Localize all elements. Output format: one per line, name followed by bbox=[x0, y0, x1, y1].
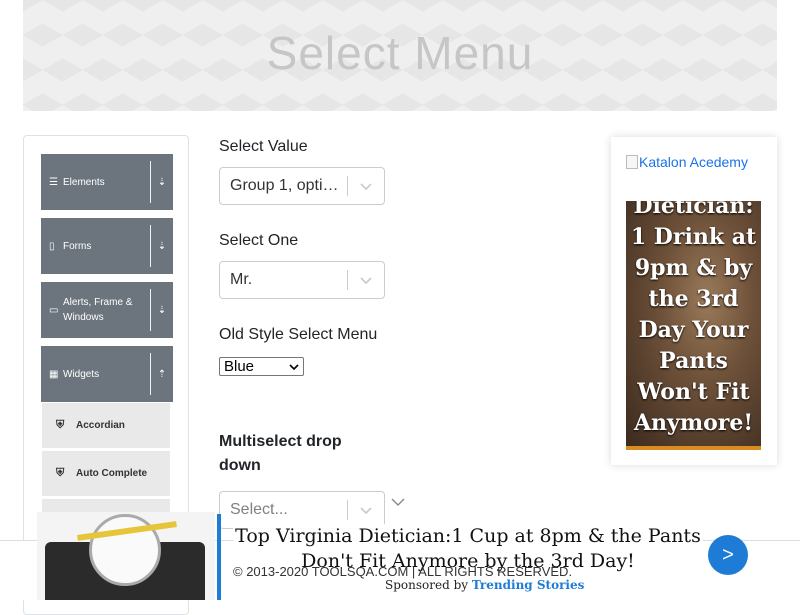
select-one-label: Select One bbox=[219, 232, 299, 249]
sidebar-group-widgets[interactable]: ▦ Widgets ⇡ bbox=[41, 346, 173, 402]
ad-accent-bar bbox=[217, 514, 221, 600]
window-icon: ▭ bbox=[49, 304, 59, 316]
sidebar-item-auto-complete[interactable]: ⛨ Auto Complete bbox=[42, 451, 170, 497]
list-icon: ☰ bbox=[49, 176, 58, 188]
ad-sponsor: Sponsored by Trending Stories bbox=[385, 578, 584, 592]
divider bbox=[150, 161, 151, 203]
chevron-down-icon bbox=[289, 363, 299, 370]
side-advertisement: Katalon Acedemy Dietician: 1 Drink at 9p… bbox=[611, 137, 777, 465]
ad-sponsor-brand[interactable]: Trending Stories bbox=[472, 578, 584, 592]
select-value-current: Group 1, option 1 bbox=[230, 177, 347, 194]
select-value-dropdown[interactable]: Group 1, option 1 bbox=[219, 167, 385, 205]
old-style-select-value: Blue bbox=[224, 358, 255, 375]
shield-icon: ⛨ bbox=[56, 467, 65, 479]
broken-image-icon bbox=[626, 155, 638, 169]
bottom-advertisement[interactable]: Top Virginia Dietician:1 Cup at 8pm & th… bbox=[37, 512, 800, 600]
page-title: Select Menu bbox=[266, 27, 534, 79]
divider bbox=[150, 225, 151, 267]
ad-sponsor-prefix: Sponsored by bbox=[385, 578, 469, 592]
ad-next-button[interactable]: > bbox=[708, 535, 748, 575]
old-style-select-label: Old Style Select Menu bbox=[219, 326, 378, 343]
collapse-icon: ⇡ bbox=[157, 368, 167, 380]
sidebar-item-label: Auto Complete bbox=[76, 468, 148, 479]
sidebar-group-label: Widgets bbox=[63, 368, 100, 380]
expand-icon: ⇣ bbox=[157, 304, 167, 316]
chevron-down-icon bbox=[391, 498, 405, 506]
sidebar-group-forms[interactable]: ▯ Forms ⇣ bbox=[41, 218, 173, 274]
chevron-down-icon[interactable] bbox=[348, 275, 384, 285]
sidebar-item-accordian[interactable]: ⛨ Accordian bbox=[42, 403, 170, 449]
sidebar-group-elements[interactable]: ☰ Elements ⇣ bbox=[41, 154, 173, 210]
sidebar-group-label: Forms bbox=[63, 240, 92, 252]
ad-image[interactable]: Dietician: 1 Drink at 9pm & by the 3rd D… bbox=[626, 201, 761, 450]
select-one-current: Mr. bbox=[230, 271, 253, 288]
divider bbox=[150, 289, 151, 331]
shield-icon: ⛨ bbox=[56, 419, 65, 431]
old-style-select[interactable]: Blue bbox=[219, 357, 304, 376]
katalon-academy-link[interactable]: Katalon Acedemy bbox=[626, 154, 748, 170]
expand-icon: ⇣ bbox=[157, 240, 167, 252]
chevron-down-icon[interactable] bbox=[348, 181, 384, 191]
form-icon: ▯ bbox=[49, 240, 55, 252]
ad-image-text: Dietician: 1 Drink at 9pm & by the 3rd D… bbox=[630, 201, 757, 436]
sidebar-group-label: Alerts, Frame & Windows bbox=[63, 297, 133, 323]
select-value-label: Select Value bbox=[219, 138, 308, 155]
grid-icon: ▦ bbox=[49, 368, 59, 380]
divider bbox=[150, 353, 151, 395]
copyright-text: © 2013-2020 TOOLSQA.COM | ALL RIGHTS RES… bbox=[233, 564, 573, 579]
expand-icon: ⇣ bbox=[157, 176, 167, 188]
select-one-dropdown[interactable]: Mr. bbox=[219, 261, 385, 299]
sidebar-group-alerts[interactable]: ▭ Alerts, Frame & Windows ⇣ bbox=[41, 282, 173, 338]
sidebar-item-label: Accordian bbox=[76, 420, 125, 431]
katalon-academy-link-text: Katalon Acedemy bbox=[639, 154, 748, 170]
page-banner: Select Menu bbox=[23, 0, 777, 111]
sidebar-group-label: Elements bbox=[63, 176, 105, 188]
multiselect-label: Multiselect drop down bbox=[219, 433, 342, 474]
scale-image bbox=[37, 512, 215, 600]
